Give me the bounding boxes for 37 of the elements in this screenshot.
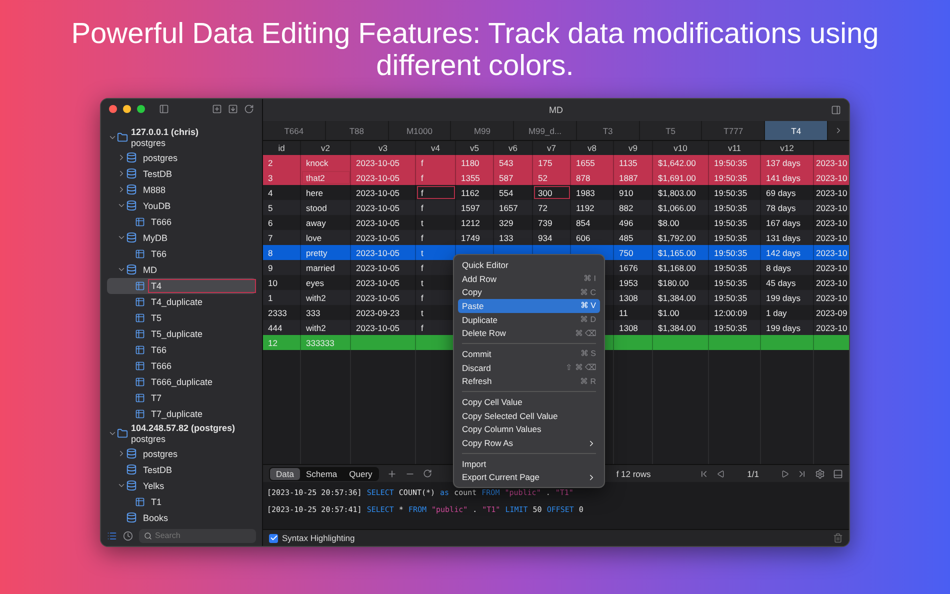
server-user: postgres [131,138,167,148]
shortcut: ⌘ R [580,376,596,386]
server-name: 104.248.57.82 (postgres) [131,422,236,434]
menu-label: Refresh [462,376,492,386]
shortcut: ⌘ S [580,349,596,358]
menu-label: Delete Row [462,328,506,338]
shortcut: ⌘ V [580,301,596,310]
table-cell: f [416,185,456,200]
server-user: postgres [131,434,167,444]
page-indicator: 1/1 [747,468,759,478]
checkbox-label: Syntax Highlighting [282,533,355,543]
headline: Powerful Data Editing Features: Track data modifications using different colors. [70,17,880,84]
menu-label: Duplicate [462,314,498,325]
server-name: 127.0.0.1 (chris) [131,126,199,138]
table-cell: 12 [263,335,301,350]
shortcut: ⌘ I [584,274,596,284]
menu-label: Copy [462,287,482,298]
menu-label: Discard [462,362,491,373]
window-title: MD [549,105,563,115]
menu-label: Copy Selected Cell Value [462,410,558,421]
menu-label: Quick Editor [462,260,508,270]
menu-label: Commit [462,348,492,359]
menu-label: Copy Column Values [462,424,542,434]
menu-label: Add Row [462,274,496,284]
table-cell: 300 [533,185,571,200]
shortcut: ⌘ C [580,288,596,297]
row-count: f 12 rows [616,468,651,478]
menu-label: Copy Cell Value [462,397,522,408]
shortcut: ⌘ D [580,315,596,324]
table-cell: that2 [301,170,351,185]
menu-label: Import [462,458,486,469]
shortcut: ⇧ ⌘ ⌫ [566,363,596,372]
menu-label: Copy Row As [462,438,514,448]
shortcut: ⌘ ⌫ [574,328,596,338]
menu-label: Paste [462,300,484,311]
menu-label: Export Current Page [462,472,540,482]
table-cell: 333333 [301,335,351,350]
